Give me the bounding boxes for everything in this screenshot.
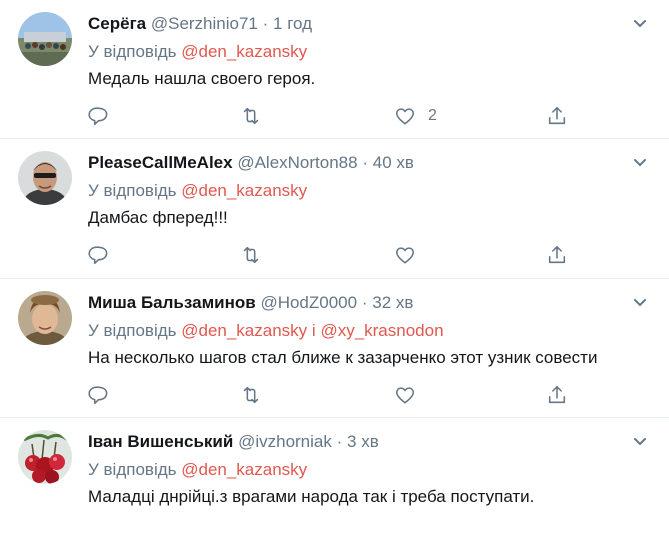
- retweet-icon: [243, 386, 259, 404]
- like-icon: [395, 387, 415, 404]
- reply-prefix: У відповідь: [88, 42, 177, 61]
- tweet-actions: [86, 242, 586, 268]
- mention-link[interactable]: @xy_krasnodon: [320, 321, 443, 340]
- reply-prefix: У відповідь: [88, 460, 177, 479]
- share-button[interactable]: [546, 382, 568, 408]
- tweet[interactable]: Іван Вишенський @ivzhorniak · 3 хв У від…: [0, 418, 669, 550]
- tweet[interactable]: PleaseCallMeAlex @AlexNorton88 · 40 хв У…: [0, 139, 669, 279]
- reply-button[interactable]: [86, 382, 108, 408]
- mention-link[interactable]: @den_kazansky: [181, 321, 307, 340]
- display-name[interactable]: PleaseCallMeAlex: [88, 153, 233, 172]
- chevron-down-icon[interactable]: [629, 153, 651, 171]
- face-photo-avatar-icon: [18, 151, 72, 205]
- user-handle[interactable]: @HodZ0000: [260, 293, 357, 312]
- tweet-text: На несколько шагов стал ближе к зазарчен…: [88, 348, 598, 367]
- retweet-button[interactable]: [240, 242, 262, 268]
- like-button[interactable]: [394, 382, 428, 408]
- avatar[interactable]: [18, 12, 72, 66]
- avatar[interactable]: [18, 430, 72, 484]
- share-icon: [548, 245, 566, 264]
- retweet-icon: [243, 107, 259, 125]
- tweet-header: Миша Бальзаминов @HodZ0000 · 32 хв: [88, 291, 413, 315]
- share-button[interactable]: [546, 242, 568, 268]
- share-icon: [548, 106, 566, 125]
- separator-dot: ·: [361, 293, 368, 312]
- timestamp[interactable]: 3 хв: [347, 432, 379, 451]
- tweet-actions: [86, 382, 586, 408]
- reply-icon: [88, 246, 108, 265]
- reply-button[interactable]: [86, 103, 108, 129]
- user-handle[interactable]: @Serzhinio71: [151, 14, 258, 33]
- cherries-photo-avatar-icon: [18, 430, 72, 484]
- like-count: 2: [428, 107, 437, 124]
- separator-dot: ·: [362, 153, 368, 172]
- mention-link[interactable]: @den_kazansky: [181, 460, 307, 479]
- mention-link[interactable]: @den_kazansky: [181, 42, 307, 61]
- reply-prefix: У відповідь: [88, 181, 177, 200]
- chevron-down-icon[interactable]: [629, 432, 651, 450]
- tweet-actions: 2: [86, 103, 586, 129]
- user-handle[interactable]: @AlexNorton88: [237, 153, 357, 172]
- mention-conjunction: і: [311, 321, 316, 340]
- like-icon: [395, 108, 415, 125]
- mention-link[interactable]: @den_kazansky: [181, 181, 307, 200]
- retweet-button[interactable]: [240, 382, 262, 408]
- tweet[interactable]: Серёга @Serzhinio71 · 1 год У відповідь …: [0, 0, 669, 139]
- chevron-down-icon[interactable]: [629, 14, 651, 32]
- display-name[interactable]: Іван Вишенський: [88, 432, 233, 451]
- crowd-photo-avatar-icon: [18, 12, 72, 66]
- tweet-text: Дамбас фперед!!!: [88, 208, 228, 227]
- tweet-header: Іван Вишенський @ivzhorniak · 3 хв: [88, 430, 379, 454]
- avatar[interactable]: [18, 151, 72, 205]
- reply-button[interactable]: [86, 242, 108, 268]
- reply-icon: [88, 386, 108, 405]
- reply-icon: [88, 107, 108, 126]
- tweet-header: Серёга @Serzhinio71 · 1 год: [88, 12, 312, 36]
- reply-context: У відповідь @den_kazansky: [88, 458, 307, 482]
- separator-dot: ·: [262, 14, 269, 33]
- like-button[interactable]: 2: [394, 103, 437, 129]
- timestamp[interactable]: 1 год: [273, 14, 312, 33]
- timestamp[interactable]: 32 хв: [372, 293, 413, 312]
- display-name[interactable]: Миша Бальзаминов: [88, 293, 256, 312]
- reply-context: У відповідь @den_kazansky і @xy_krasnodo…: [88, 319, 444, 343]
- reply-context: У відповідь @den_kazansky: [88, 179, 307, 203]
- like-icon: [395, 247, 415, 264]
- tweet-text: Маладці днрійці.з врагами народа так і т…: [88, 487, 535, 506]
- share-button[interactable]: [546, 103, 568, 129]
- user-handle[interactable]: @ivzhorniak: [238, 432, 332, 451]
- retweet-button[interactable]: [240, 103, 262, 129]
- timestamp[interactable]: 40 хв: [373, 153, 414, 172]
- reply-prefix: У відповідь: [88, 321, 177, 340]
- share-icon: [548, 385, 566, 404]
- chevron-down-icon[interactable]: [629, 293, 651, 311]
- tweet-text: Медаль нашла своего героя.: [88, 69, 316, 88]
- display-name[interactable]: Серёга: [88, 14, 146, 33]
- separator-dot: ·: [336, 432, 343, 451]
- avatar[interactable]: [18, 291, 72, 345]
- tweet[interactable]: Миша Бальзаминов @HodZ0000 · 32 хв У від…: [0, 279, 669, 418]
- reply-feed: Серёга @Serzhinio71 · 1 год У відповідь …: [0, 0, 669, 550]
- like-button[interactable]: [394, 242, 428, 268]
- tweet-header: PleaseCallMeAlex @AlexNorton88 · 40 хв: [88, 151, 414, 175]
- portrait-photo-avatar-icon: [18, 291, 72, 345]
- retweet-icon: [243, 246, 259, 264]
- reply-context: У відповідь @den_kazansky: [88, 40, 307, 64]
